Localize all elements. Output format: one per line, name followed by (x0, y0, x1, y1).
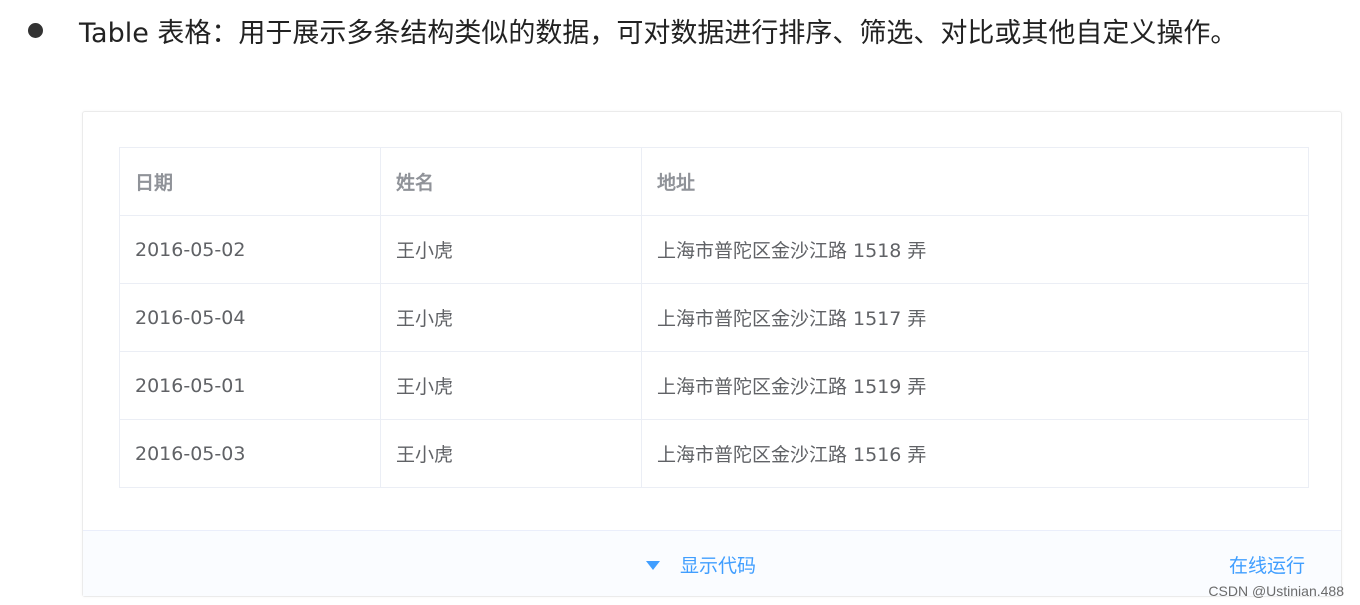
header-date: 日期 (119, 147, 381, 216)
data-table: 日期 姓名 地址 2016-05-02 王小虎 上海市普陀区金沙江路 1518 … (119, 147, 1309, 488)
cell-name: 王小虎 (380, 419, 642, 488)
cell-name: 王小虎 (380, 215, 642, 284)
cell-address: 上海市普陀区金沙江路 1516 弄 (641, 419, 1309, 488)
cell-date: 2016-05-01 (119, 351, 381, 420)
show-code-label: 显示代码 (680, 554, 757, 577)
demo-control-bar: 显示代码 在线运行 (83, 530, 1341, 596)
show-code-button[interactable]: 显示代码 (646, 531, 756, 597)
bullet-text: Table 表格：用于展示多条结构类似的数据，可对数据进行排序、筛选、对比或其他… (79, 17, 1238, 49)
cell-name: 王小虎 (380, 283, 642, 352)
table-header-row: 日期 姓名 地址 (119, 147, 1309, 216)
header-name: 姓名 (380, 147, 642, 216)
watermark: CSDN @Ustinian.488 (1208, 583, 1344, 599)
caret-down-icon (646, 560, 660, 570)
cell-address: 上海市普陀区金沙江路 1519 弄 (641, 351, 1309, 420)
table-row: 2016-05-03 王小虎 上海市普陀区金沙江路 1516 弄 (119, 419, 1309, 488)
table-row: 2016-05-02 王小虎 上海市普陀区金沙江路 1518 弄 (119, 215, 1309, 284)
demo-block: 日期 姓名 地址 2016-05-02 王小虎 上海市普陀区金沙江路 1518 … (82, 111, 1342, 597)
cell-name: 王小虎 (380, 351, 642, 420)
table-row: 2016-05-01 王小虎 上海市普陀区金沙江路 1519 弄 (119, 351, 1309, 420)
cell-date: 2016-05-04 (119, 283, 381, 352)
cell-date: 2016-05-03 (119, 419, 381, 488)
cell-date: 2016-05-02 (119, 215, 381, 284)
header-address: 地址 (641, 147, 1309, 216)
bullet-item: Table 表格：用于展示多条结构类似的数据，可对数据进行排序、筛选、对比或其他… (28, 8, 1237, 52)
bullet-dot (28, 22, 43, 38)
cell-address: 上海市普陀区金沙江路 1517 弄 (641, 283, 1309, 352)
cell-address: 上海市普陀区金沙江路 1518 弄 (641, 215, 1309, 284)
table-row: 2016-05-04 王小虎 上海市普陀区金沙江路 1517 弄 (119, 283, 1309, 352)
